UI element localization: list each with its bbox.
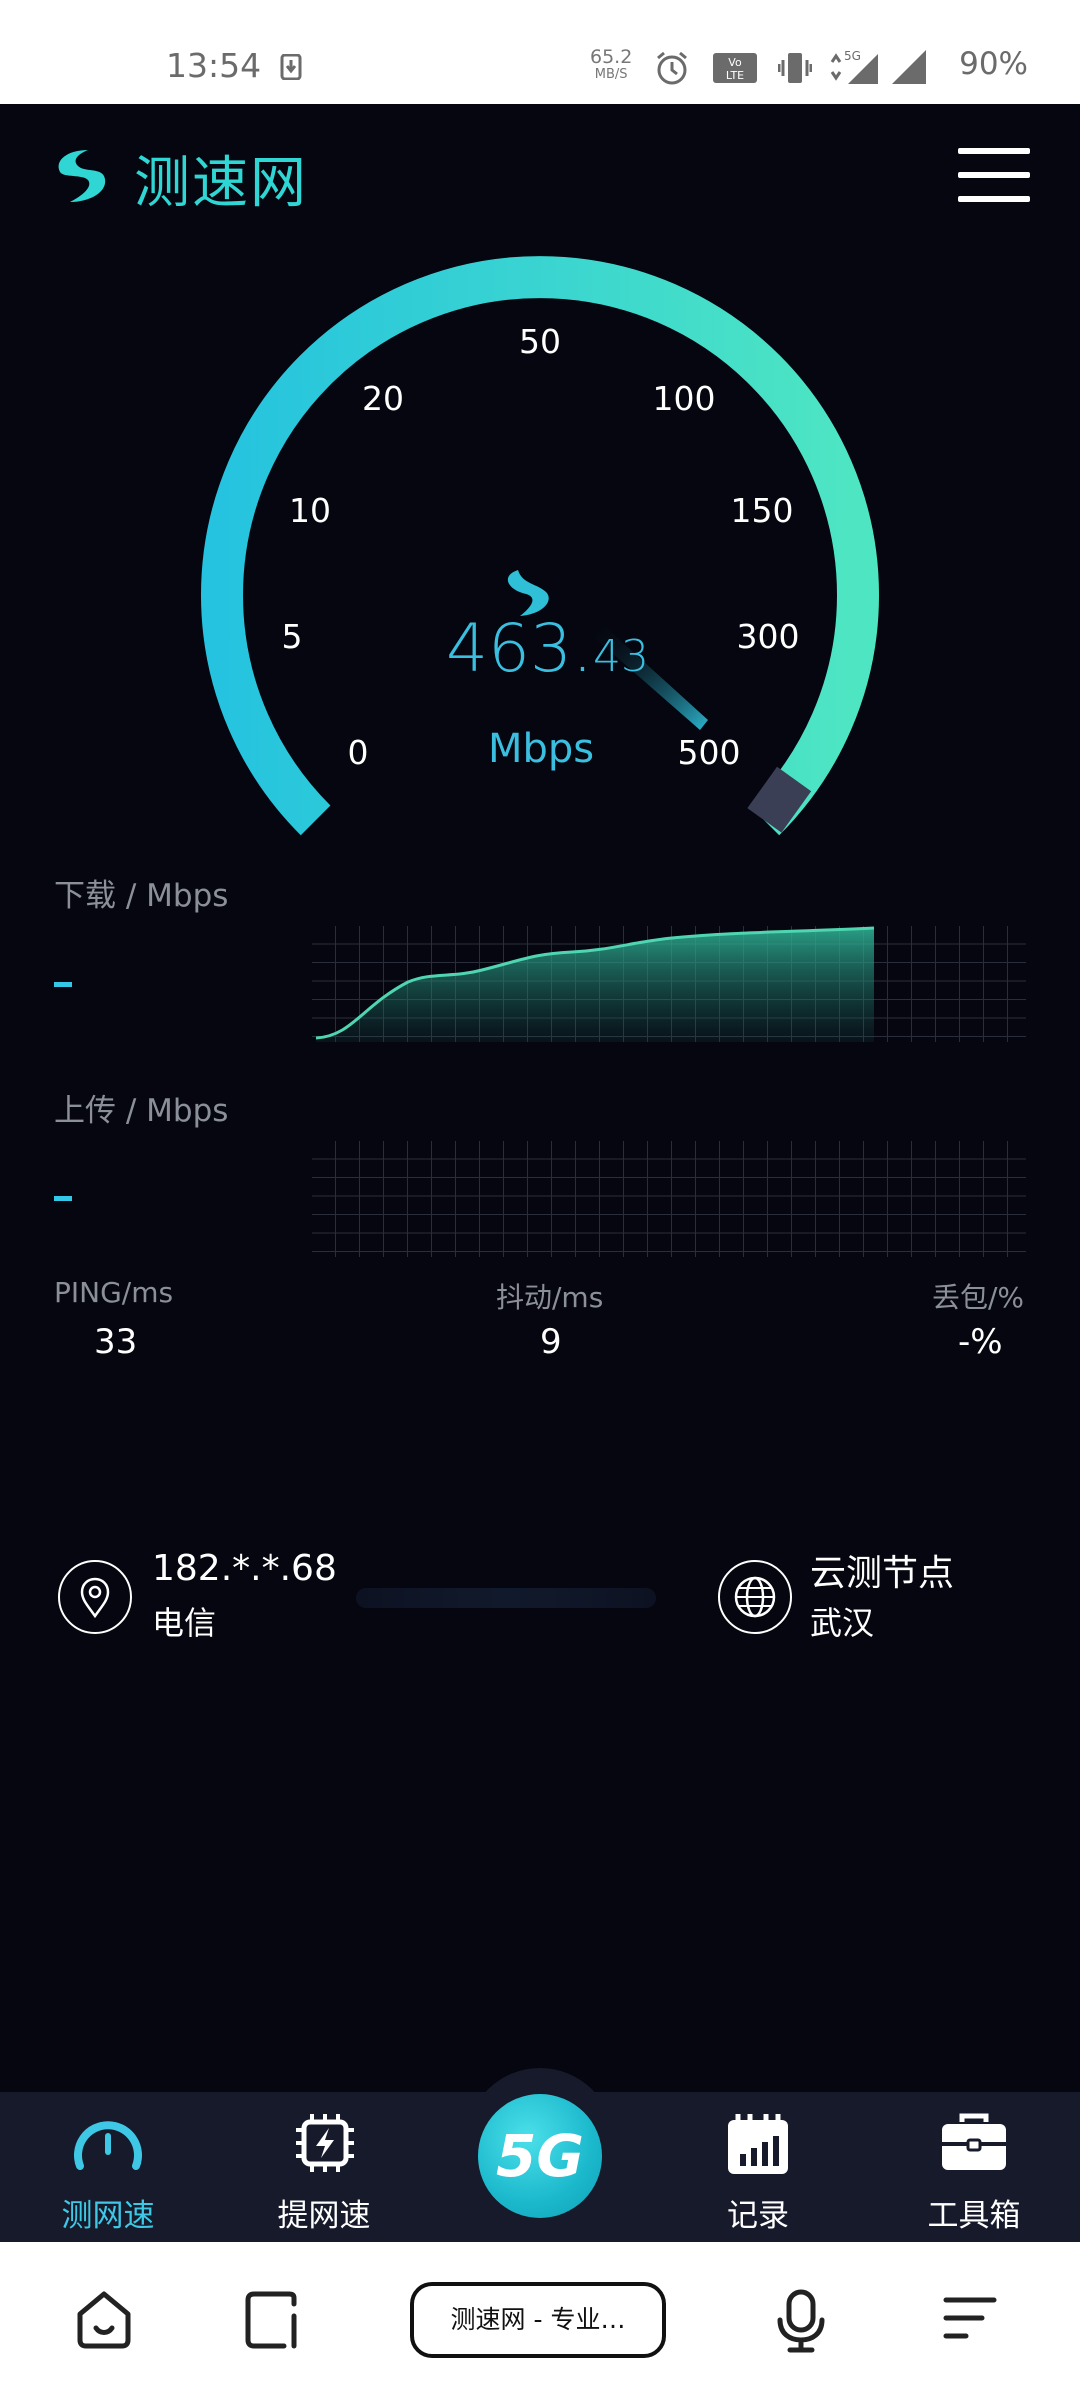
tab-label: 记录 bbox=[727, 2198, 789, 2234]
gauge-tick: 300 bbox=[737, 617, 800, 656]
upload-label: 上传 / Mbps bbox=[54, 1093, 229, 1129]
gauge-arc-end bbox=[747, 766, 812, 833]
volte-icon: Vo LTE bbox=[713, 53, 757, 83]
gauge-tick: 150 bbox=[731, 491, 794, 530]
signal-icon bbox=[892, 50, 926, 84]
gauge-tick: 500 bbox=[678, 733, 741, 772]
gauge-tick: 0 bbox=[348, 733, 369, 772]
menu-bar-icon bbox=[958, 148, 1030, 154]
current-speed: 463.43 bbox=[446, 610, 649, 687]
tabs-icon[interactable] bbox=[244, 2290, 304, 2350]
gauge-tick: 5 bbox=[282, 617, 303, 656]
tab-toolbox[interactable]: 工具箱 bbox=[894, 2100, 1054, 2240]
server-name[interactable]: 云测节点 bbox=[810, 1544, 954, 1596]
download-value: - bbox=[54, 982, 72, 987]
current-speed-int: 463. bbox=[446, 610, 593, 687]
gauge-tick: 100 bbox=[653, 379, 716, 418]
location-pin-icon bbox=[80, 1577, 110, 1619]
gauge-tick: 10 bbox=[289, 491, 331, 530]
tab-speed-test[interactable]: 测网速 bbox=[28, 2100, 188, 2240]
tab-records[interactable]: 记录 bbox=[678, 2100, 838, 2240]
server-city: 武汉 bbox=[810, 1604, 875, 1642]
menu-button[interactable] bbox=[958, 148, 1034, 204]
battery-level: 90% bbox=[959, 46, 1028, 82]
gauge-ticks: 0 5 10 20 50 100 150 300 500 bbox=[282, 322, 800, 772]
menu-lines-icon[interactable] bbox=[942, 2294, 998, 2344]
status-time: 13:54 bbox=[166, 46, 262, 85]
status-bar: 13:54 65.2 MB/S Vo LTE 5G 90% bbox=[0, 0, 1080, 104]
upload-chart bbox=[312, 1141, 1026, 1257]
globe-icon-wrap[interactable] bbox=[718, 1560, 792, 1634]
current-speed-decimal: 43 bbox=[592, 631, 649, 682]
ping-label: PING/ms bbox=[54, 1276, 174, 1309]
signal-5g-icon: 5G bbox=[830, 49, 878, 84]
jitter-label: 抖动/ms bbox=[496, 1281, 604, 1314]
toolbox-icon bbox=[942, 2113, 1006, 2170]
upload-value: - bbox=[54, 1196, 72, 1201]
svg-text:LTE: LTE bbox=[726, 69, 744, 82]
svg-text:Vo: Vo bbox=[728, 56, 742, 69]
app-logo-icon bbox=[58, 150, 106, 202]
location-icon-wrap bbox=[58, 1560, 132, 1634]
client-ip: 182.*.*.68 bbox=[152, 1548, 337, 1589]
speedometer-icon bbox=[74, 2121, 142, 2170]
chip-bolt-icon bbox=[296, 2114, 354, 2172]
tab-boost[interactable]: 提网速 bbox=[244, 2100, 404, 2240]
gauge-tick: 20 bbox=[362, 379, 404, 418]
vibrate-icon bbox=[778, 53, 812, 83]
gauge-tick: 50 bbox=[519, 322, 561, 361]
tab-label: 测网速 bbox=[61, 2198, 155, 2234]
address-bar[interactable]: 测速网 - 专业… bbox=[410, 2282, 666, 2358]
network-speed: 65.2 MB/S bbox=[590, 48, 632, 84]
chart-grid bbox=[312, 1141, 1026, 1257]
svg-text:5G: 5G bbox=[844, 49, 861, 63]
tab-label: 工具箱 bbox=[927, 2198, 1021, 2234]
globe-icon bbox=[734, 1576, 776, 1618]
menu-bar-icon bbox=[958, 196, 1030, 202]
menu-bar-icon bbox=[958, 172, 1030, 178]
client-isp: 电信 bbox=[152, 1604, 217, 1642]
app-title: 测速网 bbox=[134, 151, 308, 216]
packet-loss-value: -% bbox=[958, 1322, 1003, 1362]
download-label: 下载 / Mbps bbox=[54, 878, 229, 914]
jitter-value: 9 bbox=[540, 1322, 562, 1362]
network-speed-unit: MB/S bbox=[594, 67, 628, 82]
fiveg-button[interactable]: 5G bbox=[478, 2094, 602, 2218]
home-icon[interactable] bbox=[76, 2290, 132, 2350]
download-notification-icon bbox=[280, 54, 302, 80]
download-chart bbox=[312, 926, 1026, 1042]
connection-line bbox=[356, 1588, 656, 1608]
alarm-icon bbox=[657, 51, 687, 85]
microphone-icon[interactable] bbox=[776, 2288, 826, 2354]
speed-unit: Mbps bbox=[488, 726, 595, 772]
network-speed-value: 65.2 bbox=[590, 46, 633, 68]
packet-loss-label: 丢包/% bbox=[932, 1281, 1025, 1314]
records-calendar-icon bbox=[728, 2114, 788, 2174]
ping-value: 33 bbox=[94, 1322, 138, 1362]
tab-label: 提网速 bbox=[277, 2198, 371, 2234]
